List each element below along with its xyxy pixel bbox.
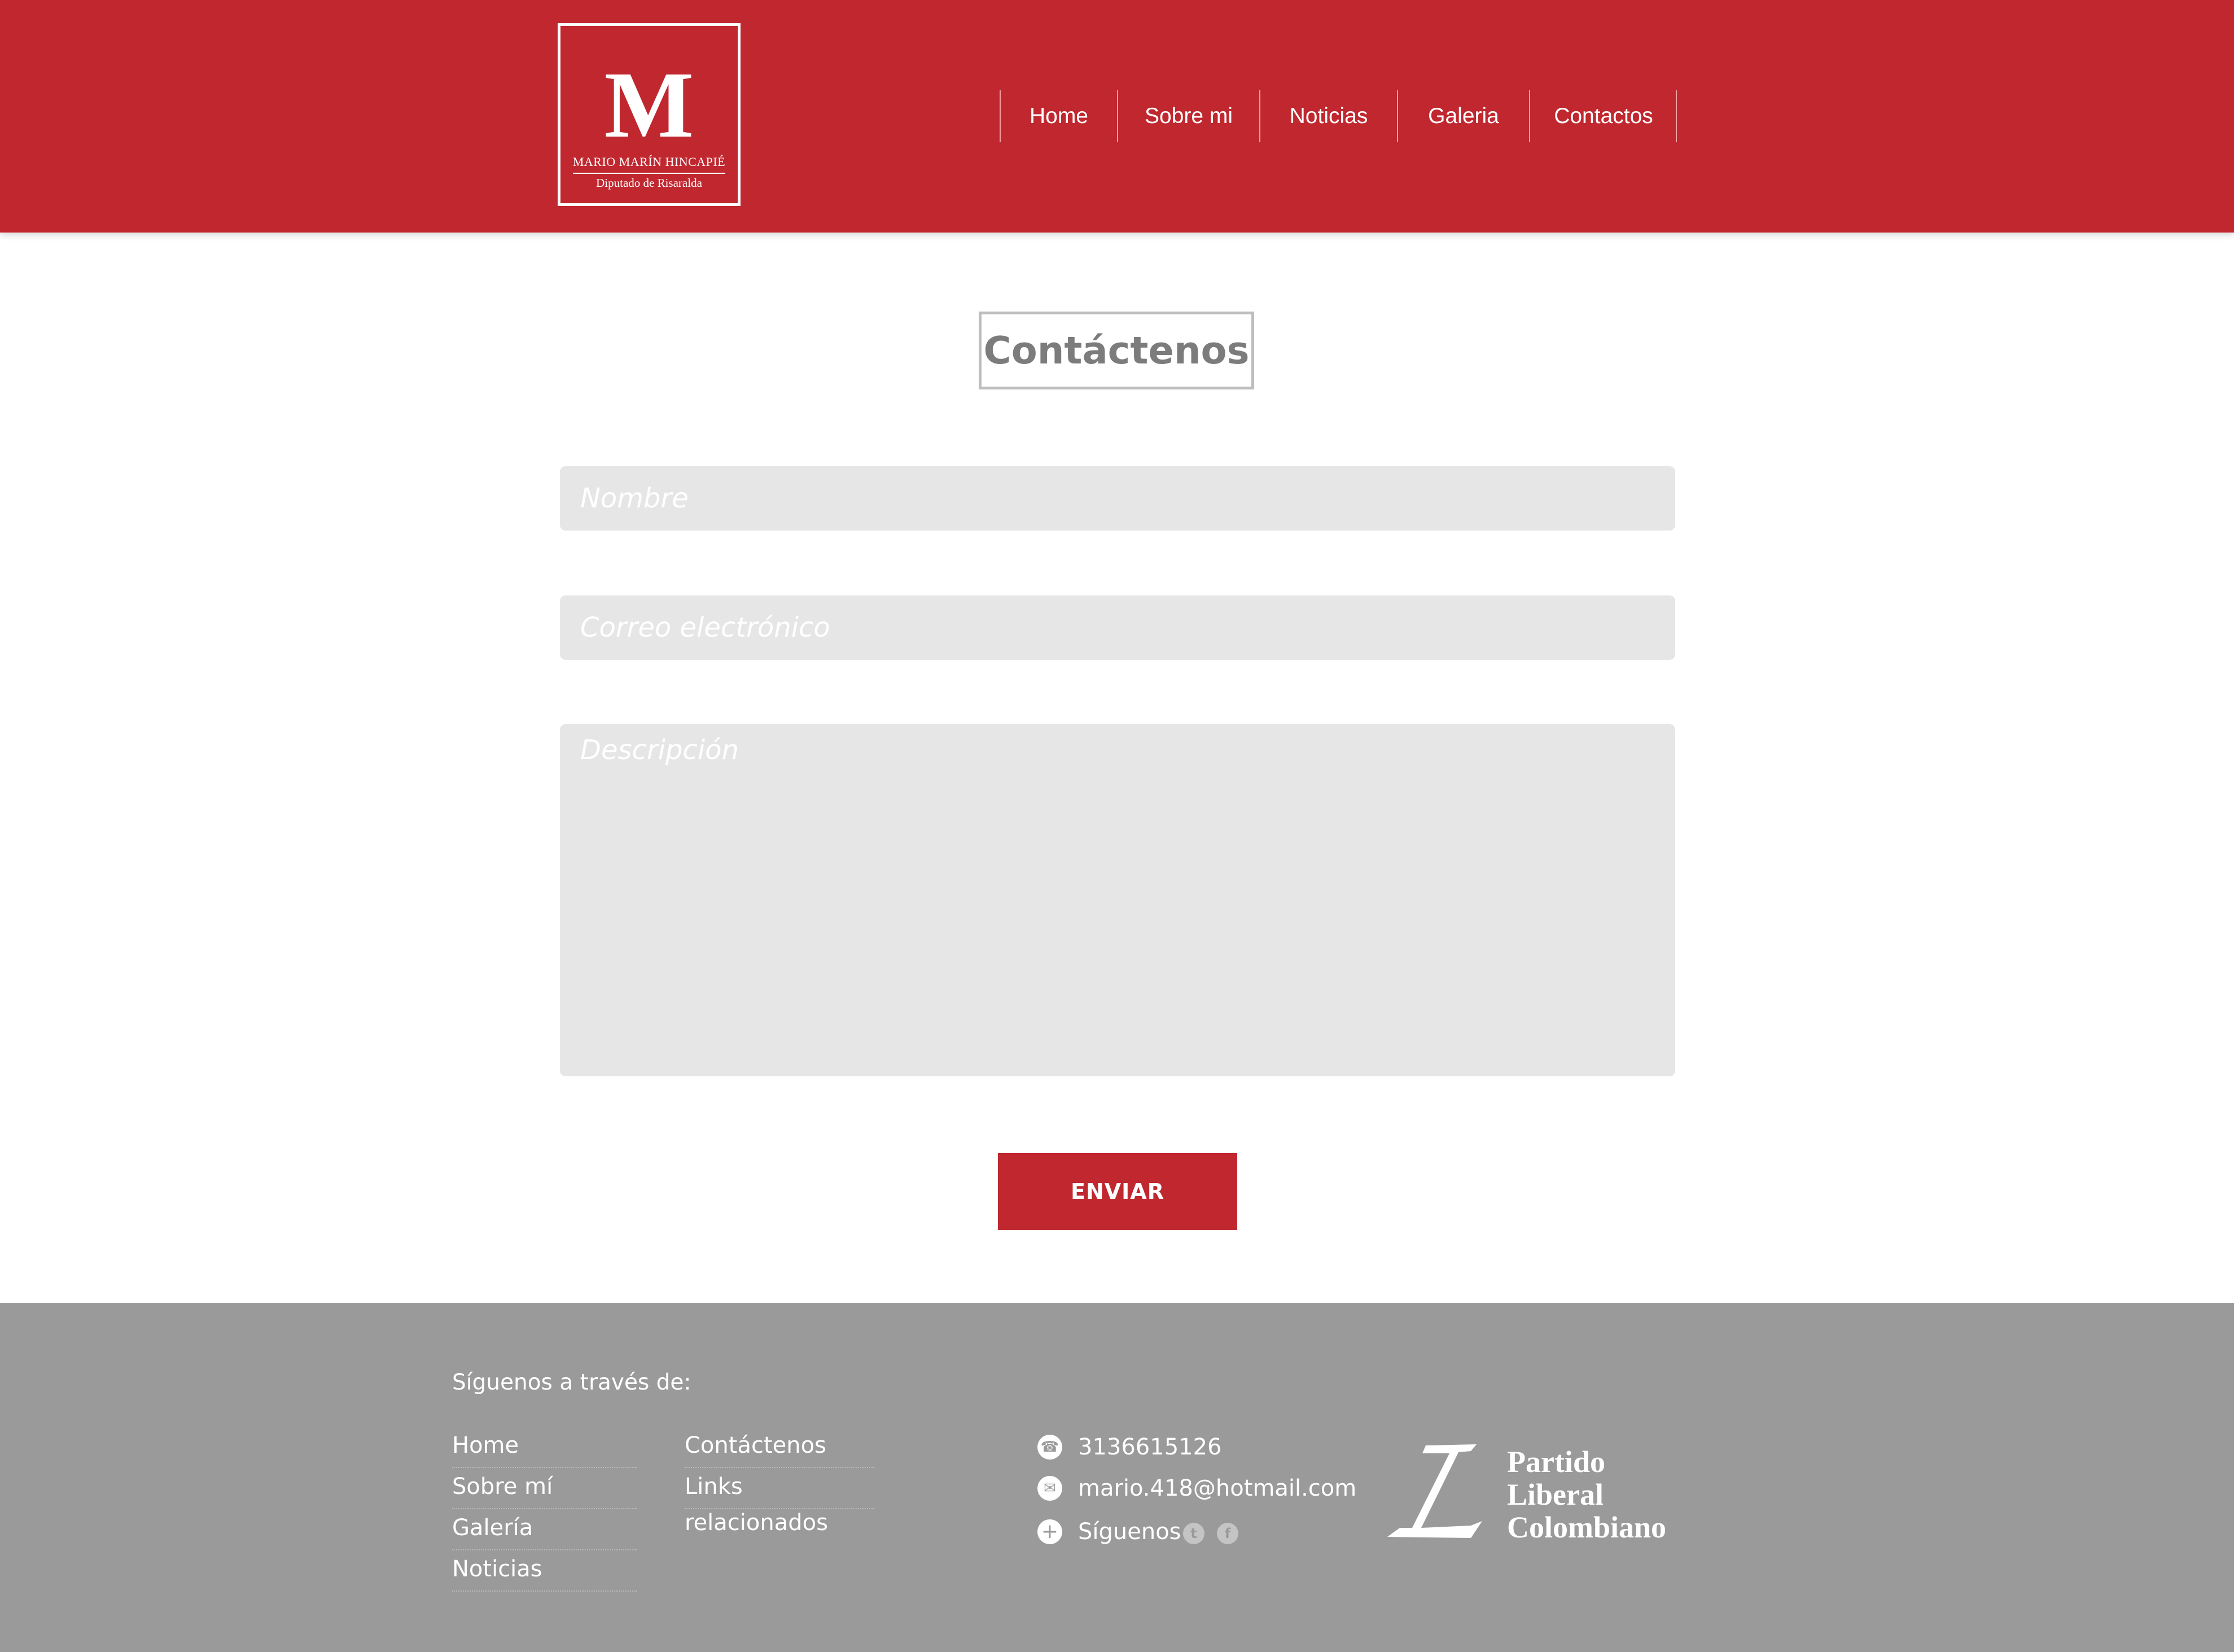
logo-subtitle: Diputado de Risaralda [596,176,702,190]
email-input[interactable] [560,595,1675,660]
logo-name: MARIO MARÍN HINCAPIÉ [572,155,726,169]
partido-liberal-logo[interactable]: Partido Liberal Colombiano [1386,1443,1680,1544]
footer-link-home[interactable]: Home [452,1427,637,1468]
footer-link-contactenos[interactable]: Contáctenos [685,1427,874,1468]
footer-link-noticias[interactable]: Noticias [452,1551,637,1592]
nav-contactos[interactable]: Contactos [1529,90,1677,142]
phone-number: 3136615126 [1078,1434,1222,1460]
footer-heading: Síguenos a través de: [452,1370,691,1395]
name-input[interactable] [560,466,1675,531]
follow-row: + Síguenos t f [1037,1515,1274,1549]
site-logo[interactable]: M MARIO MARÍN HINCAPIÉ Diputado de Risar… [558,23,741,206]
footer-link-sobre-mi[interactable]: Sobre mí [452,1469,637,1509]
page-title: Contáctenos [979,312,1254,389]
party-name-line: Partido [1507,1445,1605,1479]
party-name: Partido Liberal Colombiano [1507,1445,1666,1544]
footer-link-links-relacionados[interactable]: Links relacionados [685,1469,874,1536]
phone-icon: ☎ [1037,1435,1062,1460]
liberal-l-mark-icon [1387,1444,1482,1538]
nav-sobre-mi[interactable]: Sobre mi [1117,90,1259,142]
nav-noticias[interactable]: Noticias [1259,90,1397,142]
plus-icon: + [1037,1519,1062,1544]
facebook-icon[interactable]: f [1217,1523,1238,1544]
footer-link-galeria[interactable]: Galería [452,1510,637,1550]
site-footer: Síguenos a través de: Home Sobre mí Gale… [0,1303,2234,1652]
logo-divider [573,173,725,174]
party-name-line: Liberal [1507,1478,1604,1511]
logo-initial: M [604,52,694,157]
twitter-icon[interactable]: t [1183,1523,1204,1544]
email-address[interactable]: mario.418@hotmail.com [1078,1471,1356,1505]
nav-home[interactable]: Home [1000,90,1117,142]
description-textarea[interactable] [560,724,1675,1076]
follow-label: Síguenos [1078,1519,1181,1545]
party-name-line: Colombiano [1507,1510,1667,1544]
envelope-icon: ✉ [1037,1476,1062,1501]
site-header: M MARIO MARÍN HINCAPIÉ Diputado de Risar… [0,0,2234,233]
submit-button[interactable]: ENVIAR [998,1153,1237,1230]
nav-galeria[interactable]: Galeria [1397,90,1529,142]
nav-divider [1676,90,1677,142]
